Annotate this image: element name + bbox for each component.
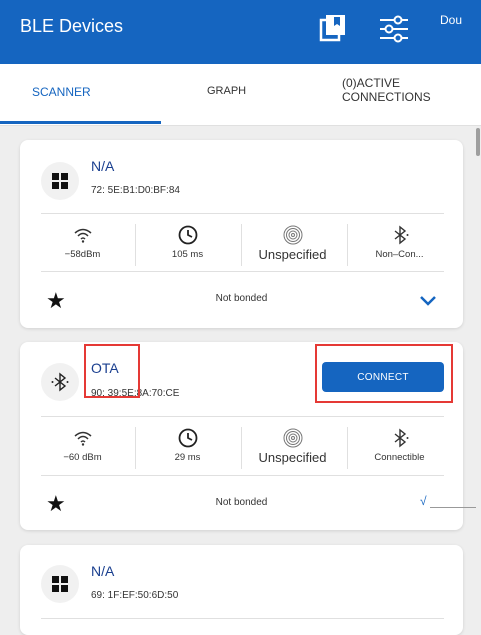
- tab-active-line2: CONNECTIONS: [342, 90, 431, 104]
- device-avatar: [41, 565, 79, 603]
- type-value: Unspecified: [258, 247, 327, 262]
- interval-stat: 105 ms: [136, 224, 239, 270]
- rssi-stat: −60 dBm: [31, 427, 134, 473]
- type-stat: Unspecified: [241, 224, 344, 270]
- device-avatar: [41, 162, 79, 200]
- divider: [41, 475, 444, 476]
- app-title: BLE Devices: [20, 16, 124, 36]
- connectable-stat: Connectible: [348, 427, 451, 473]
- device-avatar: [41, 363, 79, 401]
- clock-icon: [178, 225, 197, 245]
- divider: [41, 618, 444, 619]
- divider: [41, 213, 444, 214]
- bookmarks-icon[interactable]: [319, 14, 347, 42]
- filter-sliders-icon[interactable]: [379, 14, 409, 44]
- bluetooth-icon: [394, 225, 408, 245]
- connectable-stat: Non–Con...: [348, 224, 451, 270]
- type-value: Unspecified: [258, 450, 327, 465]
- highlight-box-connect: [315, 344, 453, 403]
- divider: [41, 271, 444, 272]
- interval-value: 29 ms: [174, 452, 201, 463]
- device-card[interactable]: N/A 72: 5E:B1:D0:BF:84 −58dBm 105 ms Uns…: [20, 140, 463, 328]
- clock-icon: [178, 428, 197, 448]
- tab-graph[interactable]: GRAPH: [207, 85, 246, 97]
- divider: [41, 416, 444, 417]
- fingerprint-icon: [283, 428, 302, 448]
- wifi-signal-icon: [74, 228, 91, 243]
- bluetooth-icon: [394, 428, 408, 448]
- interval-stat: 29 ms: [136, 427, 239, 473]
- tab-active-line1: (0)ACTIVE: [342, 76, 401, 90]
- chevron-down-icon[interactable]: [419, 295, 437, 307]
- connectable-value: Non–Con...: [375, 249, 424, 260]
- device-name: N/A: [91, 563, 115, 579]
- grid-icon: [52, 576, 68, 592]
- bluetooth-icon: [51, 372, 69, 392]
- interval-value: 105 ms: [171, 249, 204, 260]
- device-card[interactable]: N/A 69: 1F:EF:50:6D:50: [20, 545, 463, 635]
- bond-status: Not bonded: [215, 497, 268, 508]
- device-mac: 69: 1F:EF:50:6D:50: [91, 590, 179, 601]
- device-name: N/A: [91, 158, 115, 174]
- divider: [430, 507, 476, 508]
- app-bar: BLE Devices Dou: [0, 0, 481, 64]
- fingerprint-icon: [283, 225, 302, 245]
- rssi-value: −58dBm: [64, 249, 101, 260]
- rssi-value: −60 dBm: [63, 452, 102, 463]
- user-label[interactable]: Dou: [440, 13, 462, 27]
- rssi-stat: −58dBm: [31, 224, 134, 270]
- type-stat: Unspecified: [241, 427, 344, 473]
- grid-icon: [52, 173, 68, 189]
- bond-status: Not bonded: [215, 293, 268, 304]
- expand-check-icon[interactable]: √: [420, 494, 427, 508]
- wifi-signal-icon: [74, 431, 91, 446]
- connectable-value: Connectible: [374, 452, 425, 463]
- scrollbar[interactable]: [476, 128, 480, 156]
- tab-bar: SCANNER GRAPH (0)ACTIVE CONNECTIONS: [0, 64, 481, 126]
- tab-scanner[interactable]: SCANNER: [32, 85, 91, 99]
- tab-indicator: [0, 121, 161, 124]
- device-mac: 72: 5E:B1:D0:BF:84: [91, 185, 180, 196]
- tab-active-connections[interactable]: (0)ACTIVE CONNECTIONS: [342, 76, 431, 104]
- highlight-box-name: [84, 344, 140, 398]
